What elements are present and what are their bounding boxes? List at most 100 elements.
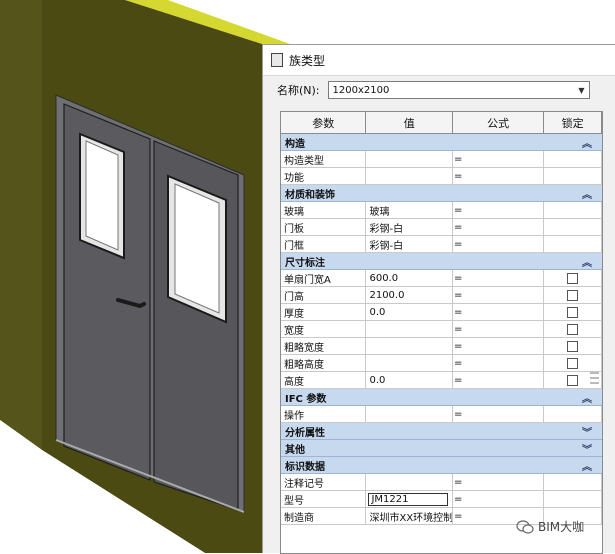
parameter-name: 操作 (281, 406, 367, 422)
parameter-value: 2100.0 (369, 289, 405, 301)
lock-cell (544, 474, 602, 490)
lock-cell (544, 338, 602, 354)
formula-cell[interactable]: = (453, 355, 545, 371)
parameter-value-cell[interactable] (366, 151, 453, 167)
parameter-name: 型号 (281, 491, 367, 507)
window-right-glass (174, 183, 220, 314)
lock-checkbox[interactable] (567, 272, 579, 284)
parameter-value-cell[interactable]: 彩钢-白 (366, 219, 453, 235)
document-icon (271, 53, 283, 67)
formula-cell[interactable]: = (453, 202, 545, 218)
parameter-value-cell[interactable]: 彩钢-白 (366, 236, 453, 252)
chevron-up-icon[interactable]: ︽ (582, 135, 592, 150)
group-header[interactable]: 构造 ︽ (281, 134, 602, 151)
formula-cell[interactable]: = (453, 304, 545, 320)
chevron-down-icon: ▼ (578, 85, 585, 95)
lock-checkbox[interactable] (567, 289, 579, 301)
parameters-table: 参数 值 公式 锁定 构造 ︽ 构造类型 = 功能 = 材质和装饰 ︽ 玻璃 玻璃 = 门板 彩钢-白 =… (280, 111, 603, 554)
table-row: 高度 0.0 = (281, 372, 602, 389)
group-label: IFC 参数 (285, 393, 327, 405)
table-row: 粗略高度 = (281, 355, 602, 372)
watermark: BIM大咖 (516, 518, 584, 535)
parameter-value-cell[interactable] (366, 168, 453, 184)
table-row: 单扇门宽A 600.0 = (281, 270, 602, 287)
group-header[interactable]: 标识数据 ︽ (281, 457, 602, 474)
parameter-value-cell[interactable] (366, 406, 453, 422)
column-header-parameter[interactable]: 参数 (281, 112, 367, 133)
column-header-value[interactable]: 值 (366, 112, 453, 133)
group-header[interactable]: 尺寸标注 ︽ (281, 253, 602, 270)
formula-cell[interactable]: = (453, 321, 545, 337)
lock-cell (544, 287, 602, 303)
lock-cell (544, 202, 602, 218)
parameter-name: 注释记号 (281, 474, 367, 490)
lock-checkbox[interactable] (567, 357, 579, 369)
lock-cell (544, 355, 602, 371)
dialog-titlebar: 族类型 (263, 45, 615, 76)
parameter-name: 玻璃 (281, 202, 367, 218)
parameter-value-cell[interactable]: 0.0 (366, 304, 453, 320)
chevron-up-icon[interactable]: ︽ (582, 186, 592, 201)
lock-cell (544, 304, 602, 320)
table-row: 厚度 0.0 = (281, 304, 602, 321)
scrollbar-grip[interactable] (590, 372, 599, 462)
lock-checkbox[interactable] (567, 323, 579, 335)
group-header[interactable]: 分析属性 ︾ (281, 423, 602, 440)
type-name-value: 1200x2100 (332, 84, 390, 96)
formula-cell[interactable]: = (453, 338, 545, 354)
formula-cell[interactable]: = (453, 236, 545, 252)
parameter-name: 门板 (281, 219, 367, 235)
parameter-name: 粗略高度 (281, 355, 367, 371)
lock-checkbox[interactable] (567, 340, 579, 352)
parameter-value-cell[interactable]: 0.0 (366, 372, 453, 388)
formula-cell[interactable]: = (453, 168, 545, 184)
group-label: 标识数据 (285, 461, 325, 473)
formula-cell[interactable]: = (453, 270, 545, 286)
parameter-value-cell[interactable]: 2100.0 (366, 287, 453, 303)
column-header-formula[interactable]: 公式 (453, 112, 545, 133)
parameter-value-cell[interactable]: 深圳市XX环境控制 (366, 508, 453, 524)
parameter-name: 门框 (281, 236, 367, 252)
table-row: 型号 JM1221 = (281, 491, 602, 508)
parameter-value-cell[interactable] (366, 355, 453, 371)
lock-cell (544, 491, 602, 507)
lock-checkbox[interactable] (567, 306, 579, 318)
group-header[interactable]: 其他 ︾ (281, 440, 602, 457)
formula-cell[interactable]: = (453, 372, 545, 388)
lock-cell (544, 168, 602, 184)
column-header-lock[interactable]: 锁定 (544, 112, 602, 133)
parameter-value-cell[interactable]: JM1221 (366, 491, 453, 507)
formula-cell[interactable]: = (453, 287, 545, 303)
table-row: 门高 2100.0 = (281, 287, 602, 304)
formula-cell[interactable]: = (453, 151, 545, 167)
formula-cell[interactable]: = (453, 406, 545, 422)
parameter-value: 彩钢-白 (369, 223, 404, 235)
parameter-value: 600.0 (369, 272, 399, 284)
group-header[interactable]: IFC 参数 ︽ (281, 389, 602, 406)
parameter-value-cell[interactable]: 玻璃 (366, 202, 453, 218)
parameter-value-editor[interactable]: JM1221 (368, 492, 449, 506)
table-row: 功能 = (281, 168, 602, 185)
wall-left-face (0, 0, 42, 450)
parameter-value-cell[interactable] (366, 474, 453, 490)
parameter-value: 深圳市XX环境控制 (369, 512, 453, 524)
type-name-bar: 名称(N): 1200x2100 ▼ (277, 81, 590, 99)
chevron-up-icon[interactable]: ︽ (582, 254, 592, 269)
lock-checkbox[interactable] (567, 374, 579, 386)
wechat-icon (516, 519, 534, 534)
parameter-value-cell[interactable] (366, 321, 453, 337)
formula-cell[interactable]: = (453, 491, 545, 507)
group-header[interactable]: 材质和装饰 ︽ (281, 185, 602, 202)
table-row: 门板 彩钢-白 = (281, 219, 602, 236)
lock-cell (544, 219, 602, 235)
formula-cell[interactable]: = (453, 219, 545, 235)
parameter-value-cell[interactable]: 600.0 (366, 270, 453, 286)
parameter-name: 制造商 (281, 508, 367, 524)
type-name-select[interactable]: 1200x2100 ▼ (327, 81, 590, 99)
parameter-name: 高度 (281, 372, 367, 388)
family-types-dialog: 族类型 名称(N): 1200x2100 ▼ 参数 值 公式 锁定 构造 ︽ 构造类… (262, 44, 615, 554)
formula-cell[interactable]: = (453, 474, 545, 490)
table-row: 粗略宽度 = (281, 338, 602, 355)
lock-cell (544, 321, 602, 337)
parameter-value-cell[interactable] (366, 338, 453, 354)
